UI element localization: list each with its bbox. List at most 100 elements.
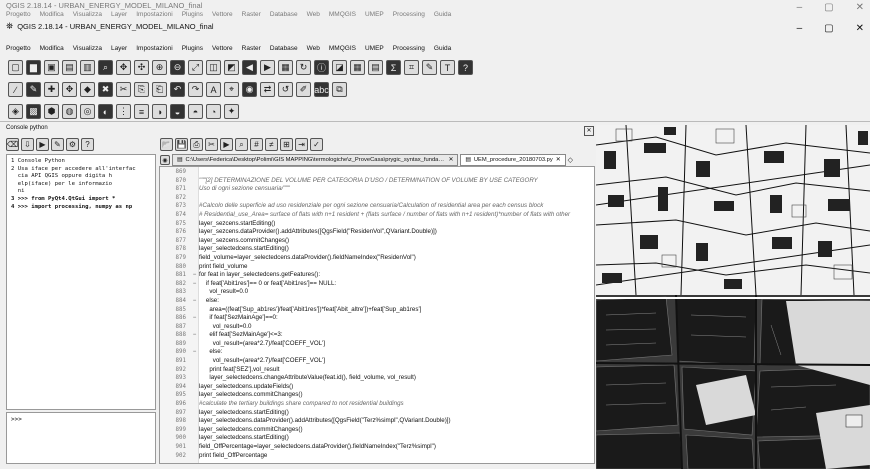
- composer-icon[interactable]: ⌕: [98, 60, 113, 75]
- paste-icon[interactable]: ⎗: [152, 82, 167, 97]
- add-raster-icon[interactable]: ▩: [26, 104, 41, 119]
- fold-marker-icon[interactable]: −: [190, 297, 199, 306]
- save-project-icon[interactable]: ▣: [44, 60, 59, 75]
- measure-icon[interactable]: ⌗: [404, 60, 419, 75]
- add-wfs-icon[interactable]: ◐: [98, 104, 113, 119]
- python-icon[interactable]: ⧉: [332, 82, 347, 97]
- editor-tab-1[interactable]: ▤ C:\Users\Federica\Desktop\Polimi\GIS M…: [172, 154, 459, 166]
- fold-marker-icon[interactable]: −: [190, 280, 199, 289]
- label-change-icon[interactable]: ✐: [296, 82, 311, 97]
- menu-umep[interactable]: UMEP: [365, 44, 384, 53]
- zoom-out-icon[interactable]: ⊖: [170, 60, 185, 75]
- zoom-next-icon[interactable]: ▶: [260, 60, 275, 75]
- run-script-icon[interactable]: ▶: [220, 138, 233, 151]
- ghost-menu-web[interactable]: Web: [307, 10, 320, 19]
- menu-guida[interactable]: Guida: [434, 44, 451, 53]
- ghost-menu-umep[interactable]: UMEP: [365, 10, 384, 19]
- menu-progetto[interactable]: Progetto: [6, 44, 31, 53]
- save-as-icon[interactable]: ⎙: [190, 138, 203, 151]
- text-annotation-icon[interactable]: T: [440, 60, 455, 75]
- cut-icon[interactable]: ✂: [116, 82, 131, 97]
- bookmark-icon[interactable]: ✓: [310, 138, 323, 151]
- add-delimited-icon[interactable]: ⋮: [116, 104, 131, 119]
- ghost-menu-database[interactable]: Database: [270, 10, 298, 19]
- uncomment-icon[interactable]: ≠: [265, 138, 278, 151]
- new-project-icon[interactable]: ▢: [8, 60, 23, 75]
- add-feature-icon[interactable]: ✚: [44, 82, 59, 97]
- menu-web[interactable]: Web: [307, 44, 320, 53]
- close-tab-icon[interactable]: ✕: [556, 155, 561, 165]
- redo-icon[interactable]: ↷: [188, 82, 203, 97]
- menu-database[interactable]: Database: [270, 44, 298, 53]
- minimize-icon[interactable]: –: [797, 2, 803, 13]
- close-icon[interactable]: ✕: [856, 23, 864, 34]
- zoom-selection-icon[interactable]: ◩: [224, 60, 239, 75]
- ghost-menu-modifica[interactable]: Modifica: [40, 10, 64, 19]
- editor-tab-2[interactable]: ▤ UEM_procedure_20180703.py ✕: [460, 154, 566, 166]
- help-icon[interactable]: ?: [458, 60, 473, 75]
- save-file-icon[interactable]: 💾: [175, 138, 188, 151]
- maximize-icon[interactable]: ▢: [824, 2, 833, 13]
- menu-visualizza[interactable]: Visualizza: [73, 44, 102, 53]
- print-layout-icon[interactable]: ▥: [80, 60, 95, 75]
- zoom-full-icon[interactable]: ⤢: [188, 60, 203, 75]
- menu-layer[interactable]: Layer: [111, 44, 127, 53]
- tab-scroll-icon[interactable]: ◇: [568, 156, 573, 164]
- edit-icon[interactable]: ✎: [26, 82, 41, 97]
- close-icon[interactable]: ✕: [856, 2, 864, 13]
- code-editor[interactable]: 869 870 """[2] DETERMINAZIONE DEL VOLUME P…: [159, 166, 595, 464]
- attribute-table-icon[interactable]: ▦: [350, 60, 365, 75]
- ghost-menu-guida[interactable]: Guida: [434, 10, 451, 19]
- map-canvas[interactable]: [596, 125, 870, 469]
- find-icon[interactable]: ⌕: [235, 138, 248, 151]
- add-csv-icon[interactable]: ≡: [134, 104, 149, 119]
- add-oracle-icon[interactable]: ◒: [170, 104, 185, 119]
- ghost-menu-layer[interactable]: Layer: [111, 10, 127, 19]
- label-pin-icon[interactable]: ⌖: [224, 82, 239, 97]
- label-move-icon[interactable]: ⇄: [260, 82, 275, 97]
- import-class-icon[interactable]: ⇩: [21, 138, 34, 151]
- console-input[interactable]: >>>: [6, 412, 156, 464]
- cut-icon[interactable]: ✂: [205, 138, 218, 151]
- add-postgis-icon[interactable]: ⬢: [44, 104, 59, 119]
- field-calculator-icon[interactable]: ▤: [368, 60, 383, 75]
- add-vector-icon[interactable]: ◈: [8, 104, 23, 119]
- menu-modifica[interactable]: Modifica: [40, 44, 64, 53]
- fold-marker-icon[interactable]: −: [190, 271, 199, 280]
- ghost-menu-visualizza[interactable]: Visualizza: [73, 10, 102, 19]
- undo-icon[interactable]: ↶: [170, 82, 185, 97]
- console-output[interactable]: 1 Console Python 2 Usa iface per accedere…: [6, 154, 156, 410]
- settings-icon[interactable]: ⚙: [66, 138, 79, 151]
- close-tab-icon[interactable]: ✕: [448, 155, 453, 165]
- clear-console-icon[interactable]: ⌫: [6, 138, 19, 151]
- pan-to-selection-icon[interactable]: ✣: [134, 60, 149, 75]
- abc-icon[interactable]: abc: [314, 82, 329, 97]
- menu-raster[interactable]: Raster: [242, 44, 261, 53]
- menu-impostazioni[interactable]: Impostazioni: [136, 44, 173, 53]
- ghost-menu-plugins[interactable]: Plugins: [182, 10, 203, 19]
- add-spatialite-icon[interactable]: ◍: [62, 104, 77, 119]
- add-virtual-icon[interactable]: ◔: [206, 104, 221, 119]
- menu-vettore[interactable]: Vettore: [212, 44, 233, 53]
- fold-marker-icon[interactable]: −: [190, 331, 199, 340]
- new-map-view-icon[interactable]: ▦: [278, 60, 293, 75]
- ghost-menu-impostazioni[interactable]: Impostazioni: [136, 10, 173, 19]
- help-icon[interactable]: ?: [81, 138, 94, 151]
- menu-mmqgis[interactable]: MMQGIS: [329, 44, 356, 53]
- maximize-icon[interactable]: ▢: [824, 23, 833, 34]
- fold-marker-icon[interactable]: −: [190, 348, 199, 357]
- add-wms-icon[interactable]: ◎: [80, 104, 95, 119]
- run-command-icon[interactable]: ▶: [36, 138, 49, 151]
- open-project-icon[interactable]: ▆: [26, 60, 41, 75]
- save-as-icon[interactable]: ▤: [62, 60, 77, 75]
- ghost-menu-processing[interactable]: Processing: [393, 10, 425, 19]
- zoom-in-icon[interactable]: ⊕: [152, 60, 167, 75]
- move-feature-icon[interactable]: ✥: [62, 82, 77, 97]
- ghost-menu-mmqgis[interactable]: MMQGIS: [329, 10, 356, 19]
- ghost-menu-vettore[interactable]: Vettore: [212, 10, 233, 19]
- tab-list-icon[interactable]: ◉: [160, 155, 170, 165]
- copy-icon[interactable]: ⎘: [134, 82, 149, 97]
- refresh-icon[interactable]: ↻: [296, 60, 311, 75]
- menu-processing[interactable]: Processing: [393, 44, 425, 53]
- minimize-icon[interactable]: –: [797, 23, 803, 34]
